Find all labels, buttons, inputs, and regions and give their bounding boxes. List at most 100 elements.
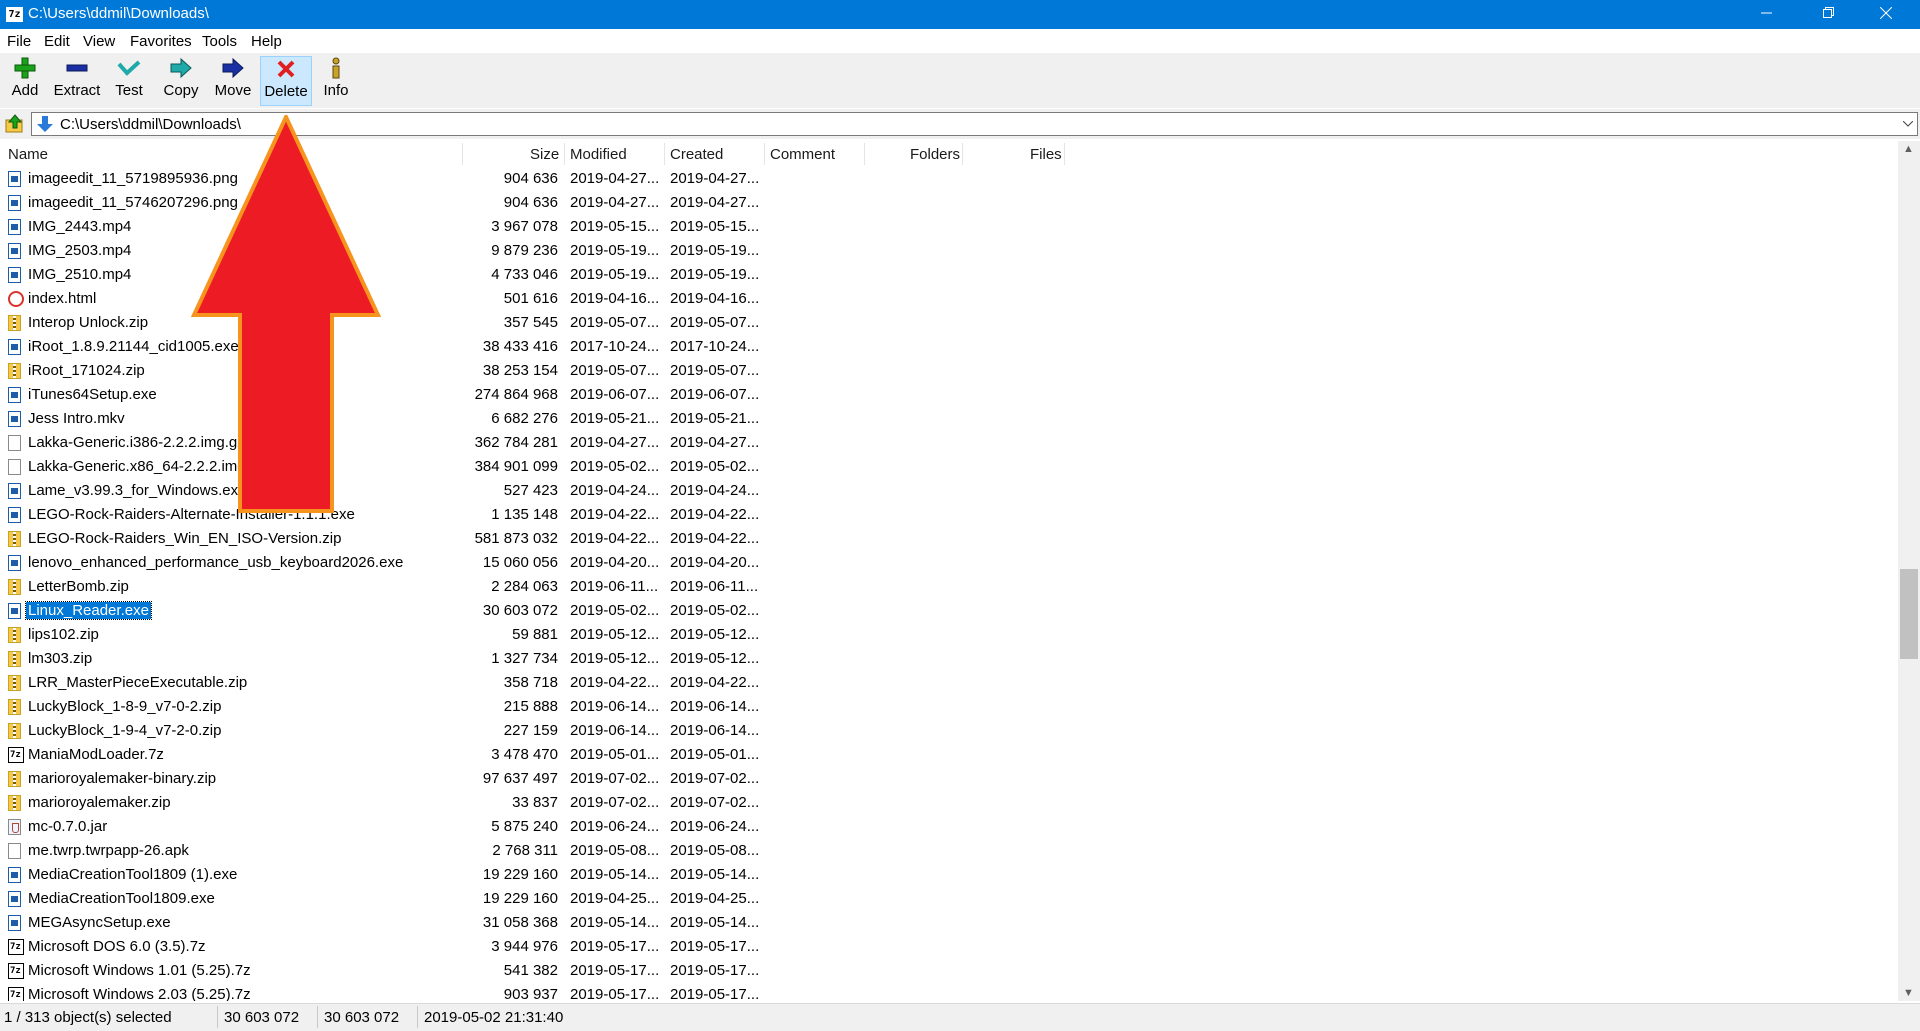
col-size[interactable]: Size xyxy=(530,146,559,163)
exe-file-icon xyxy=(8,603,21,619)
file-name: lenovo_enhanced_performance_usb_keyboard… xyxy=(28,554,404,571)
menu-edit[interactable]: Edit xyxy=(44,33,70,50)
file-created: 2019-06-14... xyxy=(670,722,760,739)
table-row[interactable]: MediaCreationTool1809.exe 19 229 160 2019-… xyxy=(0,887,1898,911)
info-button[interactable]: Info xyxy=(318,56,354,106)
delete-label: Delete xyxy=(264,83,308,100)
table-row-selected[interactable]: Linux_Reader.exe 30 603 072 2019-05-02... 2… xyxy=(0,599,1898,623)
file-modified: 2019-06-14... xyxy=(570,722,660,739)
col-files[interactable]: Files xyxy=(1030,146,1062,163)
zip-file-icon xyxy=(8,771,21,787)
table-row[interactable]: mc-0.7.0.jar 5 875 240 2019-06-24... 2019-0… xyxy=(0,815,1898,839)
table-row[interactable]: ManiaModLoader.7z 3 478 470 2019-05-01... 2… xyxy=(0,743,1898,767)
minimize-button[interactable] xyxy=(1738,0,1796,29)
status-selection: 1 / 313 object(s) selected xyxy=(4,1009,172,1026)
col-comment[interactable]: Comment xyxy=(770,146,835,163)
zip-file-icon xyxy=(8,723,21,739)
table-row[interactable]: me.twrp.twrpapp-26.apk 2 768 311 2019-05-0… xyxy=(0,839,1898,863)
toolbar: Add Extract Test Copy Move Delete Info xyxy=(0,53,1920,108)
table-row[interactable]: MediaCreationTool1809 (1).exe 19 229 160 2… xyxy=(0,863,1898,887)
file-modified: 2019-06-14... xyxy=(570,698,660,715)
table-row[interactable]: Microsoft Windows 2.03 (5.25).7z 903 937 2… xyxy=(0,983,1898,1001)
close-icon xyxy=(1879,6,1893,20)
file-created: 2019-05-17... xyxy=(670,986,760,1001)
copy-button[interactable]: Copy xyxy=(158,56,204,106)
col-modified[interactable]: Modified xyxy=(570,146,627,163)
table-row[interactable]: Microsoft DOS 6.0 (3.5).7z 3 944 976 2019-… xyxy=(0,935,1898,959)
file-name: MediaCreationTool1809.exe xyxy=(28,890,215,907)
col-folders[interactable]: Folders xyxy=(910,146,960,163)
file-modified: 2019-05-01... xyxy=(570,746,660,763)
add-button[interactable]: Add xyxy=(4,56,46,106)
info-icon xyxy=(332,57,340,79)
move-arrow-icon xyxy=(222,57,244,79)
menu-view[interactable]: View xyxy=(83,33,115,50)
parent-folder-button[interactable] xyxy=(5,114,25,138)
exe-file-icon xyxy=(8,891,21,907)
extract-button[interactable]: Extract xyxy=(52,56,102,106)
table-row[interactable]: LuckyBlock_1-8-9_v7-0-2.zip 215 888 2019-0… xyxy=(0,695,1898,719)
menu-help[interactable]: Help xyxy=(251,33,282,50)
file-size: 2 284 063 xyxy=(491,578,558,595)
file-size: 1 327 734 xyxy=(491,650,558,667)
file-size: 215 888 xyxy=(503,698,558,715)
table-row[interactable]: LuckyBlock_1-9-4_v7-2-0.zip 227 159 2019-0… xyxy=(0,719,1898,743)
delete-x-icon xyxy=(277,60,295,78)
vertical-scrollbar[interactable]: ▲ ▼ xyxy=(1898,141,1920,1001)
file-created: 2019-05-02... xyxy=(670,602,760,619)
table-row[interactable]: marioroyalemaker.zip 33 837 2019-07-02... 2… xyxy=(0,791,1898,815)
file-size: 3 478 470 xyxy=(491,746,558,763)
file-size: 3 967 078 xyxy=(491,218,558,235)
table-row[interactable]: marioroyalemaker-binary.zip 97 637 497 201… xyxy=(0,767,1898,791)
file-modified: 2019-05-12... xyxy=(570,650,660,667)
table-row[interactable]: Microsoft Windows 1.01 (5.25).7z 541 382 2… xyxy=(0,959,1898,983)
chevron-down-icon[interactable] xyxy=(1903,121,1913,128)
7zip-app-icon: 7z xyxy=(6,7,23,22)
table-row[interactable]: LEGO-Rock-Raiders_Win_EN_ISO-Version.zip… xyxy=(0,527,1898,551)
exe-file-icon xyxy=(8,555,21,571)
table-row[interactable]: LRR_MasterPieceExecutable.zip 358 718 2019… xyxy=(0,671,1898,695)
file-file-icon xyxy=(8,435,21,451)
file-modified: 2019-07-02... xyxy=(570,794,660,811)
file-name: Interop Unlock.zip xyxy=(28,314,149,331)
file-modified: 2019-05-02... xyxy=(570,458,660,475)
zip-file-icon xyxy=(8,795,21,811)
table-row[interactable]: lm303.zip 1 327 734 2019-05-12... 2019-05-1… xyxy=(0,647,1898,671)
file-size: 357 545 xyxy=(503,314,558,331)
menu-file[interactable]: File xyxy=(7,33,31,50)
file-modified: 2019-05-07... xyxy=(570,314,660,331)
table-row[interactable]: LetterBomb.zip 2 284 063 2019-06-11... 2019… xyxy=(0,575,1898,599)
file-created: 2019-04-27... xyxy=(670,194,760,211)
file-created: 2019-04-22... xyxy=(670,506,760,523)
scroll-up-icon[interactable]: ▲ xyxy=(1903,143,1914,155)
file-created: 2019-05-08... xyxy=(670,842,760,859)
scroll-thumb[interactable] xyxy=(1900,569,1918,659)
file-size: 362 784 281 xyxy=(474,434,558,451)
file-modified: 2019-05-17... xyxy=(570,962,660,979)
col-name[interactable]: Name xyxy=(8,146,48,163)
scroll-down-icon[interactable]: ▼ xyxy=(1903,987,1914,999)
move-button[interactable]: Move xyxy=(210,56,256,106)
file-modified: 2019-05-17... xyxy=(570,986,660,1001)
close-button[interactable] xyxy=(1857,0,1915,29)
delete-button[interactable]: Delete xyxy=(260,56,312,106)
file-name: mc-0.7.0.jar xyxy=(28,818,108,835)
menu-favorites[interactable]: Favorites xyxy=(130,33,192,50)
table-row[interactable]: MEGAsyncSetup.exe 31 058 368 2019-05-14...… xyxy=(0,911,1898,935)
file-modified: 2019-04-22... xyxy=(570,530,660,547)
table-row[interactable]: lenovo_enhanced_performance_usb_keyboard… xyxy=(0,551,1898,575)
menu-tools[interactable]: Tools xyxy=(202,33,237,50)
file-name: Microsoft Windows 1.01 (5.25).7z xyxy=(28,962,251,979)
restore-button[interactable] xyxy=(1800,0,1858,29)
table-row[interactable]: lips102.zip 59 881 2019-05-12... 2019-05-12… xyxy=(0,623,1898,647)
file-size: 19 229 160 xyxy=(482,890,558,907)
col-created[interactable]: Created xyxy=(670,146,723,163)
file-size: 5 875 240 xyxy=(491,818,558,835)
file-created: 2019-05-02... xyxy=(670,458,760,475)
file-created: 2019-05-14... xyxy=(670,914,760,931)
test-button[interactable]: Test xyxy=(108,56,150,106)
file-size: 2 768 311 xyxy=(492,842,558,859)
file-name: IMG_2510.mp4 xyxy=(28,266,132,283)
file-created: 2019-05-17... xyxy=(670,938,760,955)
file-name: LRR_MasterPieceExecutable.zip xyxy=(28,674,248,691)
